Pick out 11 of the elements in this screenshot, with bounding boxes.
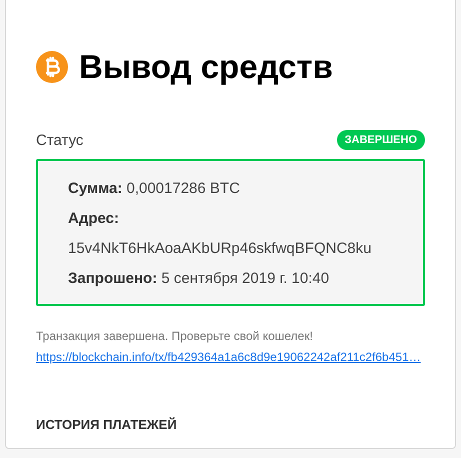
section-heading: ИСТОРИЯ ПЛАТЕЖЕЙ xyxy=(36,417,178,432)
page-title: Вывод средств xyxy=(79,47,333,87)
detail-line: Сумма: 0,00017286 BTC xyxy=(68,179,241,199)
detail-label: Адрес: xyxy=(68,209,120,229)
detail-value: 15v4NkT6HkAoaAKbURp46skfwqBFQNC8ku xyxy=(68,239,372,259)
bitcoin-icon xyxy=(36,51,68,83)
transaction-link[interactable]: https://blockchain.info/tx/fb429364a1a6c8d9e19062242af211c2f6b451… xyxy=(36,349,425,365)
status-message: Транзакция завершена. Проверьте свой кошелек! xyxy=(36,328,314,344)
detail-line: Запрошено: 5 сентября 2019 г. 10:40 xyxy=(68,269,330,289)
status-badge: ЗАВЕРШЕНО xyxy=(336,130,425,150)
status-label: Статус xyxy=(36,132,84,148)
